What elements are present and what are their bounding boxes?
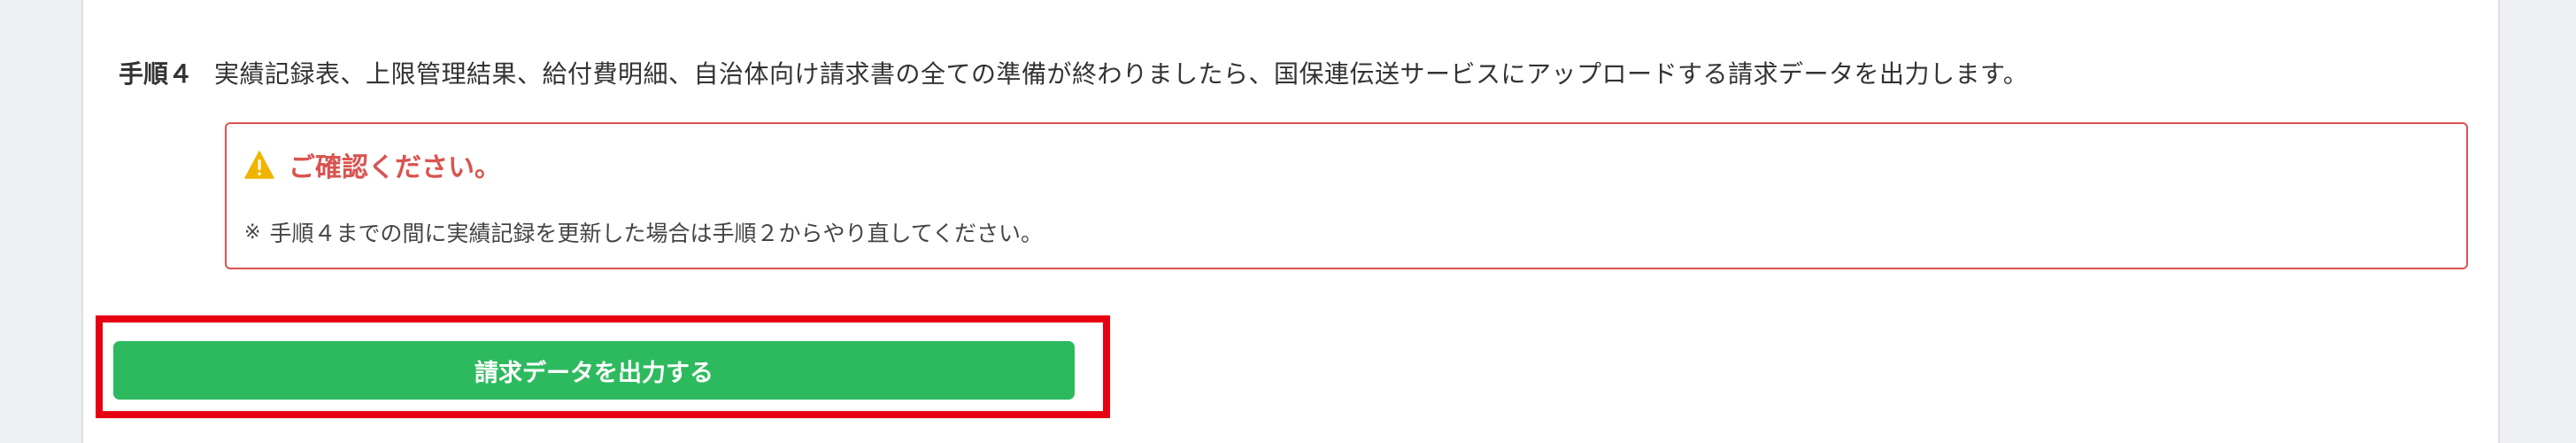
- asterisk-mark: ※: [244, 221, 261, 244]
- step-4-row: 手順４ 実績記録表、上限管理結果、給付費明細、自治体向け請求書の全ての準備が終わ…: [119, 55, 2028, 90]
- confirmation-notice: ご確認ください。 ※ 手順４までの間に実績記録を更新した場合は手順２からやり直し…: [225, 122, 2468, 269]
- notice-title: ご確認ください。: [289, 152, 501, 183]
- step-label: 手順４: [119, 59, 194, 89]
- notice-body-text: 手順４までの間に実績記録を更新した場合は手順２からやり直してください。: [269, 221, 1043, 246]
- warning-triangle-icon: [244, 151, 274, 179]
- content-panel: 手順４ 実績記録表、上限管理結果、給付費明細、自治体向け請求書の全ての準備が終わ…: [81, 0, 2500, 443]
- export-billing-data-button[interactable]: 請求データを出力する: [113, 341, 1075, 400]
- notice-header: ご確認ください。: [244, 145, 501, 184]
- step-description: 実績記録表、上限管理結果、給付費明細、自治体向け請求書の全ての準備が終わりました…: [214, 59, 2029, 89]
- notice-body: ※ 手順４までの間に実績記録を更新した場合は手順２からやり直してください。: [244, 216, 1043, 248]
